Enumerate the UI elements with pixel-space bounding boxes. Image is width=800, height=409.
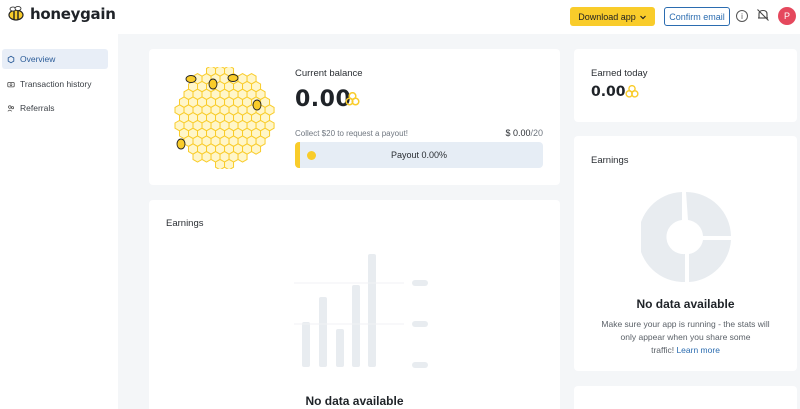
earnings-chart-card: Earnings No data available (149, 200, 560, 409)
bottom-card (574, 386, 797, 409)
no-data-description: Make sure your app is running - the stat… (601, 319, 770, 355)
progress-label: Payout 0.00% (390, 150, 448, 160)
no-data-title: No data available (636, 297, 735, 311)
empty-donut-chart-placeholder (641, 192, 731, 282)
info-icon[interactable]: i (736, 10, 748, 22)
top-bar: honeygain Download app Confirm email i P (0, 0, 800, 34)
people-icon (7, 104, 15, 112)
earned-today-title: Earned today (591, 68, 648, 79)
sidebar-item-referrals[interactable]: Referrals (2, 98, 108, 118)
wallet-icon (7, 80, 15, 88)
honeycoin-icon (625, 85, 639, 98)
sidebar-item-label: Transaction history (20, 79, 92, 89)
logo[interactable]: honeygain (6, 5, 116, 23)
earnings-title: Earnings (166, 218, 204, 229)
payout-progress-bar: Payout 0.00% (295, 142, 543, 168)
balance-amount: 0.00 (295, 87, 352, 112)
avatar[interactable]: P (778, 7, 796, 25)
earned-today-amount: 0.00 (591, 84, 626, 100)
payout-amount: $ 0.00/20 (505, 128, 543, 138)
chevron-down-icon (639, 15, 646, 19)
download-app-button[interactable]: Download app (570, 7, 655, 26)
confirm-email-button[interactable]: Confirm email (664, 7, 730, 26)
current-balance-title: Current balance (295, 68, 363, 79)
empty-bar-chart-placeholder (294, 254, 428, 368)
learn-more-link[interactable]: Learn more (676, 345, 719, 355)
earnings-donut-card: Earnings No data available Make sure you… (574, 136, 797, 371)
earnings-title: Earnings (591, 155, 629, 166)
no-data-title: No data available (305, 394, 404, 408)
earned-today-card: Earned today 0.00 (574, 49, 797, 122)
bee-logo-icon (8, 6, 24, 21)
current-balance-card: Current balance 0.00 Collect $20 to requ… (149, 49, 560, 185)
sidebar-item-transaction-history[interactable]: Transaction history (2, 74, 108, 94)
brand-name: honeygain (30, 5, 116, 23)
sidebar-item-label: Overview (20, 54, 56, 64)
notifications-off-icon[interactable] (756, 8, 770, 22)
sidebar-item-overview[interactable]: Overview (2, 49, 108, 69)
sidebar: Overview Transaction history Referrals (0, 34, 118, 409)
honeycoin-icon (345, 92, 360, 106)
sidebar-item-label: Referrals (20, 103, 55, 113)
hexagon-icon (7, 55, 15, 63)
payout-hint: Collect $20 to request a payout! (295, 129, 408, 138)
download-app-label: Download app (578, 11, 636, 22)
honeycomb-bees-illustration (174, 67, 275, 169)
